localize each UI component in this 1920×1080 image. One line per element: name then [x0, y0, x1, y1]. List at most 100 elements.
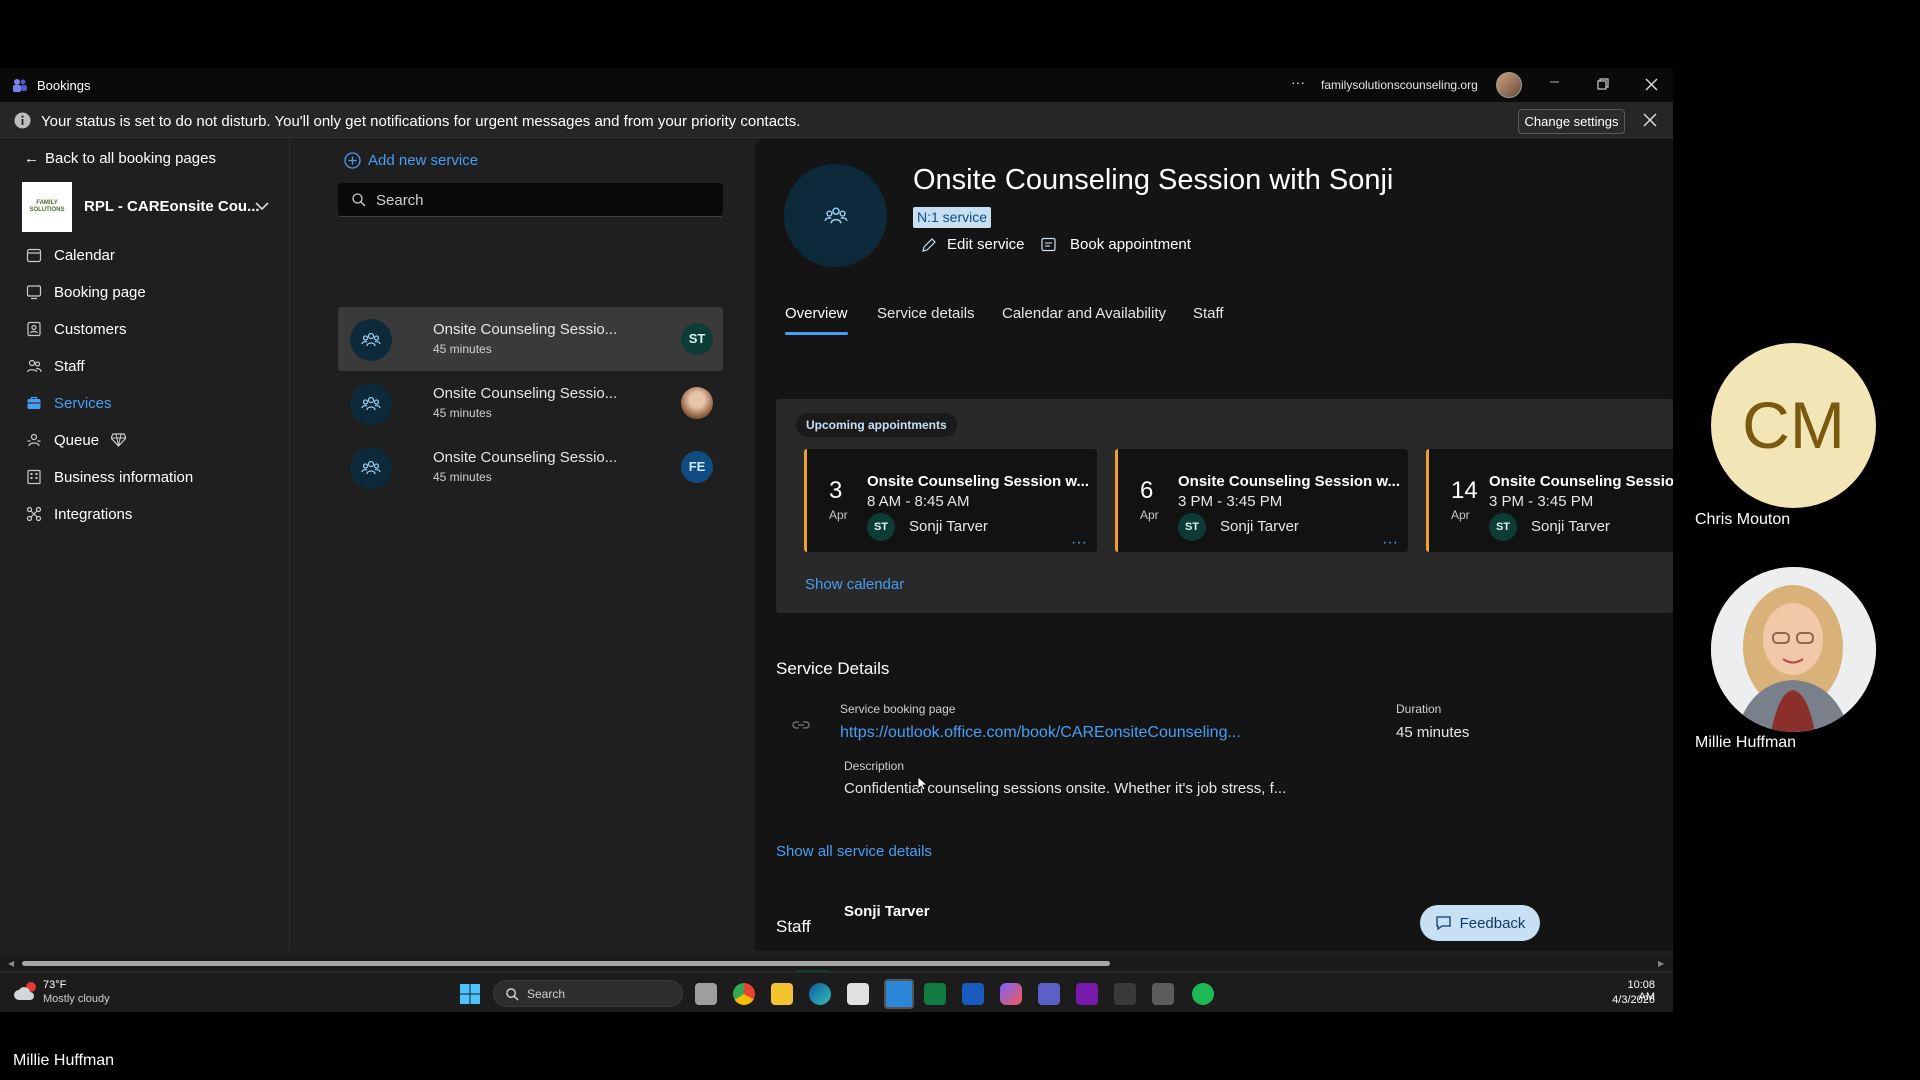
- service-title-heading: Onsite Counseling Session with Sonji: [913, 164, 1394, 196]
- appointment-month: Apr: [1451, 508, 1470, 522]
- nav-booking-page-label: Booking page: [54, 283, 146, 301]
- close-window-icon[interactable]: [1645, 78, 1658, 91]
- staff-avatar: ST: [681, 323, 713, 355]
- nav-staff-label: Staff: [54, 357, 85, 375]
- windows-start-icon[interactable]: [460, 984, 480, 1004]
- account-domain: familysolutionscounseling.org: [1321, 78, 1478, 92]
- service-search-box[interactable]: Search: [338, 183, 723, 217]
- staff-avatar: FE: [681, 451, 713, 483]
- tab-service-details[interactable]: Service details: [877, 305, 975, 322]
- restore-icon[interactable]: [1597, 78, 1609, 90]
- teams-icon[interactable]: [1038, 983, 1060, 1005]
- calculator-icon[interactable]: [1152, 983, 1174, 1005]
- nav-booking-page[interactable]: Booking page: [26, 280, 146, 304]
- participant-avatar: CM: [1711, 343, 1876, 508]
- booking-page-url-link[interactable]: https://outlook.office.com/book/CAREonsi…: [840, 724, 1241, 742]
- excel-icon[interactable]: [924, 983, 946, 1005]
- upcoming-appointments-label: Upcoming appointments: [796, 413, 957, 437]
- chrome-icon[interactable]: [733, 983, 755, 1005]
- presenter-name: Millie Huffman: [13, 1052, 115, 1069]
- scrollbar-thumb[interactable]: [22, 961, 1110, 966]
- nav-services-label: Services: [54, 394, 112, 412]
- chevron-down-icon[interactable]: [255, 202, 269, 211]
- more-options-icon[interactable]: ···: [1382, 534, 1398, 552]
- business-logo-text: FAMILY SOLUTIONS: [29, 200, 65, 213]
- service-list-item[interactable]: Onsite Counseling Sessio... 45 minutes S…: [338, 307, 723, 371]
- edit-service-button[interactable]: Edit service: [921, 236, 1025, 253]
- onenote-icon[interactable]: [1076, 983, 1098, 1005]
- booking-page-label: Service booking page: [840, 702, 956, 716]
- word-icon[interactable]: [962, 983, 984, 1005]
- nav-business-label: Business information: [54, 468, 194, 486]
- appointment-time: 8 AM - 8:45 AM: [867, 493, 970, 510]
- tab-staff[interactable]: Staff: [1193, 305, 1224, 322]
- change-settings-button[interactable]: Change settings: [1518, 109, 1625, 134]
- tab-overview[interactable]: Overview: [785, 305, 848, 322]
- duration-value: 45 minutes: [1396, 724, 1470, 741]
- feedback-label: Feedback: [1459, 914, 1526, 932]
- more-options-icon[interactable]: ···: [1071, 534, 1087, 552]
- tab-calendar-availability[interactable]: Calendar and Availability: [1002, 305, 1166, 322]
- service-list-item[interactable]: Onsite Counseling Sessio... 45 minutes F…: [338, 435, 723, 499]
- add-circle-icon: [344, 152, 361, 169]
- staff-member-name[interactable]: Sonji Tarver: [844, 903, 930, 920]
- appointment-card[interactable]: 6 Apr Onsite Counseling Session w... 3 P…: [1115, 449, 1408, 552]
- nav-calendar-label: Calendar: [54, 246, 115, 264]
- mouse-cursor-icon: [917, 776, 927, 791]
- taskbar-search-box[interactable]: Search: [493, 980, 683, 1007]
- service-title: Onsite Counseling Sessio...: [433, 321, 618, 338]
- feedback-button[interactable]: Feedback: [1420, 905, 1540, 941]
- outlook-icon[interactable]: [884, 979, 914, 1009]
- appointment-month: Apr: [829, 508, 848, 522]
- staff-photo-avatar: [681, 387, 713, 419]
- microsoft-store-icon[interactable]: [847, 983, 869, 1005]
- nav-calendar[interactable]: Calendar: [26, 243, 115, 267]
- nav-staff[interactable]: Staff: [26, 354, 85, 378]
- copilot-icon[interactable]: [1000, 983, 1022, 1005]
- edit-service-label: Edit service: [947, 236, 1025, 253]
- link-icon: [792, 720, 810, 730]
- back-to-booking-pages-link[interactable]: ← Back to all booking pages: [24, 150, 216, 167]
- service-people-icon: [350, 383, 392, 425]
- appointment-card[interactable]: 14 Apr Onsite Counseling Session w 3 PM …: [1426, 449, 1673, 552]
- weather-cloud-icon[interactable]: [14, 982, 38, 1002]
- show-calendar-link[interactable]: Show calendar: [805, 576, 904, 593]
- file-explorer-icon[interactable]: [771, 983, 793, 1005]
- appointment-title: Onsite Counseling Session w: [1489, 473, 1673, 490]
- more-options-icon[interactable]: ···: [1291, 74, 1305, 90]
- scroll-right-icon[interactable]: ▶: [1658, 959, 1664, 968]
- appointment-day: 6: [1140, 477, 1154, 504]
- nav-customers[interactable]: Customers: [26, 317, 127, 341]
- service-title: Onsite Counseling Sessio...: [433, 385, 618, 402]
- book-appointment-button[interactable]: Book appointment: [1041, 236, 1191, 253]
- appointment-time: 3 PM - 3:45 PM: [1489, 493, 1594, 510]
- show-all-service-details-link[interactable]: Show all service details: [776, 843, 932, 860]
- spotify-icon[interactable]: [1192, 983, 1214, 1005]
- active-tab-indicator: [785, 332, 848, 335]
- left-navigation: ← Back to all booking pages FAMILY SOLUT…: [0, 139, 290, 951]
- service-list-item[interactable]: Onsite Counseling Sessio... 45 minutes: [338, 371, 723, 435]
- account-avatar[interactable]: [1496, 72, 1522, 98]
- windows-taskbar: 73°F Mostly cloudy Search 10:08 AM 4/3/2…: [0, 972, 1673, 1012]
- minimize-icon[interactable]: –: [1550, 73, 1559, 91]
- appointment-day: 14: [1451, 477, 1478, 504]
- service-title: Onsite Counseling Sessio...: [433, 449, 618, 466]
- business-name[interactable]: RPL - CAREonsite Cou...: [84, 198, 260, 215]
- edge-icon[interactable]: [809, 983, 831, 1005]
- service-details-heading: Service Details: [776, 659, 890, 678]
- horizontal-scrollbar[interactable]: ◀ ▶: [0, 956, 1673, 970]
- dismiss-notification-icon[interactable]: [1643, 113, 1657, 127]
- nav-integrations[interactable]: Integrations: [26, 502, 132, 526]
- nav-services[interactable]: Services: [26, 391, 112, 415]
- add-new-service-button[interactable]: Add new service: [344, 152, 478, 169]
- integrations-icon: [26, 506, 42, 522]
- appointment-staff: Sonji Tarver: [1531, 518, 1610, 535]
- staff-icon: [26, 359, 42, 373]
- appointment-card[interactable]: 3 Apr Onsite Counseling Session w... 8 A…: [804, 449, 1097, 552]
- task-view-icon[interactable]: [695, 983, 717, 1005]
- app-icon[interactable]: [1114, 983, 1136, 1005]
- nav-queue[interactable]: Queue: [26, 428, 127, 452]
- nav-business-information[interactable]: Business information: [26, 465, 193, 489]
- book-appointment-label: Book appointment: [1070, 236, 1191, 253]
- scroll-left-icon[interactable]: ◀: [8, 959, 14, 968]
